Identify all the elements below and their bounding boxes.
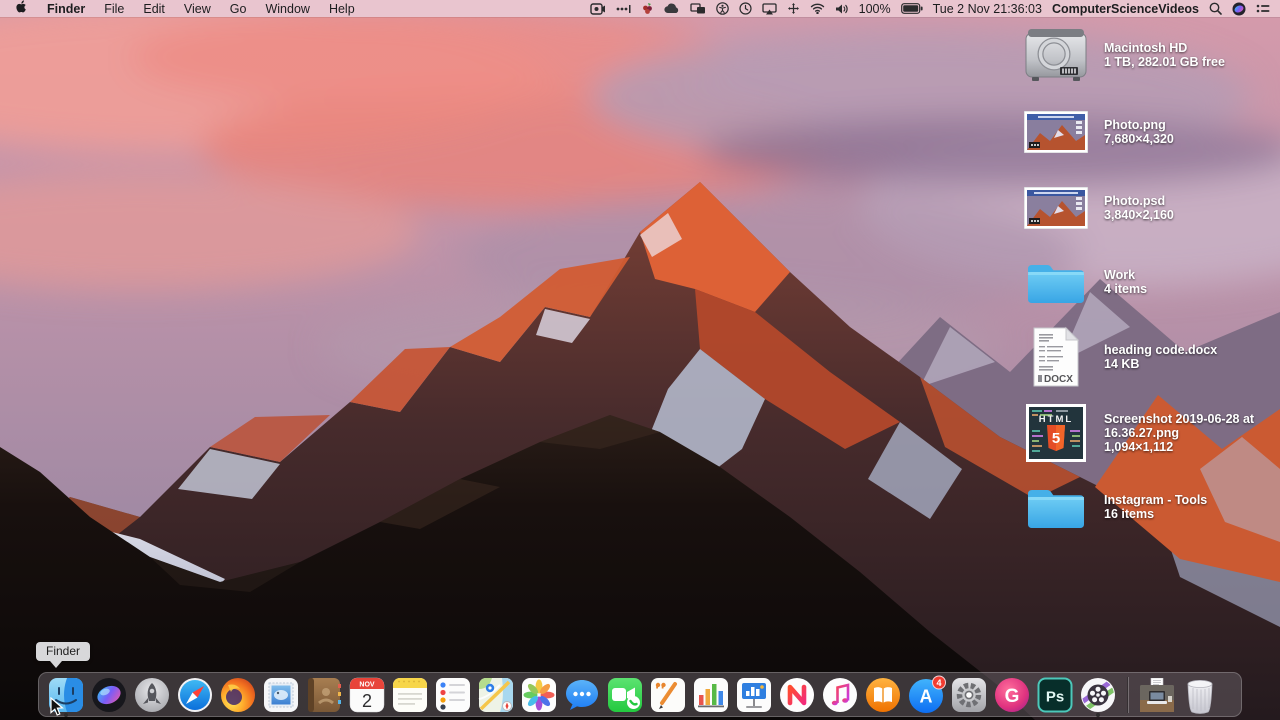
app-store-glyph: A [920,687,933,707]
menu-clock[interactable]: Tue 2 Nov 21:36:03 [933,2,1042,16]
menu-window[interactable]: Window [265,2,309,16]
desktop-item-work-folder[interactable]: Work 4 items [1022,257,1272,307]
calendar-day-text: 2 [362,691,372,711]
dock-reminders-icon[interactable] [433,675,473,716]
displays-icon[interactable] [689,2,706,15]
desktop-item-meta: 1,094×1,112 [1104,440,1174,454]
siri-icon[interactable] [1232,2,1246,16]
calendar-month-text: NOV [359,682,375,689]
dock-separator [1127,677,1128,713]
dock-music-icon[interactable] [820,675,860,716]
desktop-item-instagram-tools-folder[interactable]: Instagram - Tools 16 items [1022,482,1272,532]
desktop-item-name: Instagram - Tools [1104,493,1208,507]
dock-safari-icon[interactable] [175,675,215,716]
desktop-item-macintosh-hd[interactable]: Macintosh HD 1 TB, 282.01 GB free [1022,26,1272,84]
desktop-item-name: Macintosh HD [1104,41,1188,55]
dock-pages-icon[interactable] [648,675,688,716]
folder-icon [1022,482,1090,532]
desktop-item-photo-psd[interactable]: Photo.psd 3,840×2,160 [1022,187,1272,229]
menu-file[interactable]: File [104,2,124,16]
volume-icon[interactable] [835,3,849,15]
dock-photoshop-icon[interactable]: Ps [1035,675,1075,716]
accessibility-icon[interactable] [715,2,729,15]
move-arrows-icon[interactable] [787,2,800,15]
dock-g-app-icon[interactable]: G [992,675,1032,716]
menu-user-name[interactable]: ComputerScienceVideos [1052,2,1199,16]
desktop-item-name-line2: 16.36.27.png [1104,426,1180,440]
desktop-item-name-line1: Screenshot 2019-06-28 at [1104,412,1255,426]
cloud-icon[interactable] [664,3,680,14]
desktop-item-meta: 4 items [1104,282,1148,296]
time-machine-icon[interactable] [739,2,752,15]
dock-firefox-icon[interactable] [218,675,258,716]
dock-app-store-icon[interactable]: A4 [906,675,946,716]
dock-messages-icon[interactable] [562,675,602,716]
menu-view[interactable]: View [184,2,211,16]
image-thumbnail-icon [1022,187,1090,229]
airplay-icon[interactable] [761,2,777,15]
dock-facetime-icon[interactable] [605,675,645,716]
wifi-icon[interactable] [810,3,825,14]
dock-keynote-icon[interactable] [734,675,774,716]
running-indicator [1096,713,1100,717]
desktop-item-meta: 14 KB [1104,357,1140,371]
dock-minimized-window[interactable] [1137,675,1177,716]
dock-calendar-icon[interactable]: NOV 2 [347,675,387,716]
menu-go[interactable]: Go [230,2,247,16]
dock-notes-icon[interactable] [390,675,430,716]
dock-launchpad-icon[interactable] [132,675,172,716]
notification-center-icon[interactable] [1256,3,1270,14]
desktop-item-meta: 3,840×2,160 [1104,208,1174,222]
dock-photos-icon[interactable] [519,675,559,716]
dock-tooltip-arrow [50,661,62,668]
mouse-cursor [50,696,65,720]
app-store-badge: 4 [936,678,941,688]
image-thumbnail-icon [1022,111,1090,153]
battery-percent[interactable]: 100% [859,2,891,16]
dock-siri-icon[interactable] [89,675,129,716]
docx-badge-text: DOCX [1044,374,1073,385]
dock: NOV 2 A 4 G Ps [38,672,1242,717]
menu-help[interactable]: Help [329,2,355,16]
desktop-item-name: Work [1104,268,1136,282]
html5-screenshot-icon: HTML 5 [1022,404,1090,462]
desktop-item-name: heading code.docx [1104,343,1218,357]
dock-trash-icon[interactable] [1180,675,1220,716]
menu-active-app[interactable]: Finder [47,2,85,16]
dock-books-icon[interactable] [863,675,903,716]
desktop-screen: Finder File Edit View Go Window Help 100… [0,0,1280,720]
dock-tooltip-text: Finder [36,642,91,661]
desktop-item-name: Photo.psd [1104,194,1166,208]
dock-numbers-icon[interactable] [691,675,731,716]
desktop-item-name: Photo.png [1104,118,1166,132]
spotlight-icon[interactable] [1209,2,1222,15]
menu-bar: Finder File Edit View Go Window Help 100… [0,0,1280,17]
dock-contacts-icon[interactable] [304,675,344,716]
folder-icon [1022,257,1090,307]
dock-video-player-icon[interactable] [1078,675,1118,717]
desktop-item-meta: 16 items [1104,507,1155,521]
desktop-item-photo-png[interactable]: Photo.png 7,680×4,320 [1022,111,1272,153]
word-document-icon: DOCX [1022,326,1090,388]
photoshop-glyph: Ps [1046,689,1064,706]
g-app-glyph: G [1005,686,1020,707]
grapes-icon[interactable] [641,2,654,15]
desktop-item-screenshot[interactable]: HTML 5 Screenshot 2019-06-28 at 16.36.27.… [1022,404,1272,462]
input-dots-icon[interactable] [616,3,631,15]
dock-news-icon[interactable] [777,675,817,716]
hard-drive-icon [1022,26,1090,84]
dock-tooltip: Finder [36,642,91,668]
menu-edit[interactable]: Edit [143,2,165,16]
apple-logo-icon[interactable] [15,0,28,17]
desktop-item-meta: 1 TB, 282.01 GB free [1104,55,1225,69]
html-logo-number: 5 [1052,430,1060,447]
dock-maps-icon[interactable] [476,675,516,716]
dock-system-preferences-icon[interactable] [949,675,989,716]
desktop-item-meta: 7,680×4,320 [1104,132,1174,146]
dock-mail-icon[interactable] [261,675,301,716]
screen-recording-icon[interactable] [589,2,606,15]
desktop-item-docx[interactable]: DOCX heading code.docx 14 KB [1022,326,1272,388]
battery-icon[interactable] [900,3,923,14]
html-logo-word: HTML [1039,414,1073,425]
